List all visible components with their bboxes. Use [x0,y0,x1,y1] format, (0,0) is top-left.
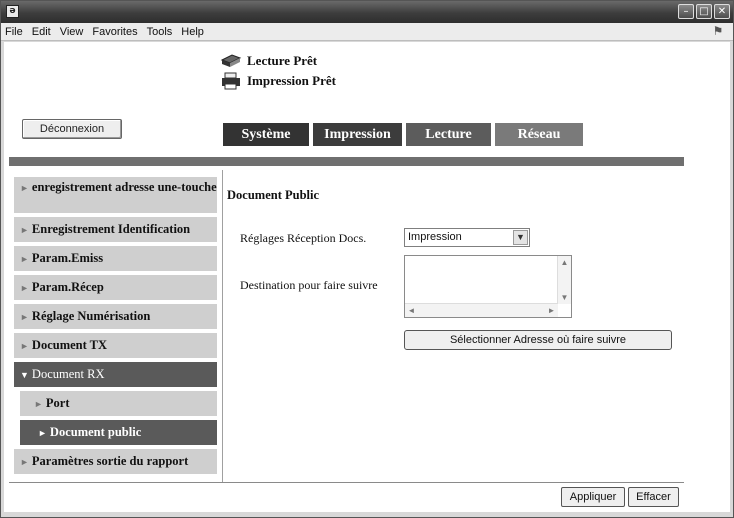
horizontal-scrollbar[interactable]: ◄ ► [405,303,558,317]
scroll-down-icon[interactable]: ▼ [558,291,571,304]
sidebar-item-label: Param.Emiss [31,251,104,265]
sidebar-item-label: Réglage Numérisation [31,309,151,323]
sidebar-item-label: Param.Récep [31,280,104,294]
sidebar-item-label: Port [45,396,70,410]
menu-bar: File Edit View Favorites Tools Help ⚑ [1,23,733,41]
sidebar: ► enregistrement adresse une-touche ► Enre… [14,177,217,478]
sidebar-item-document-rx[interactable]: ▼ Document RX [14,362,217,387]
menu-favorites[interactable]: Favorites [92,26,137,38]
arrow-right-icon: ► [20,225,29,235]
sidebar-subitem-port[interactable]: ► Port [20,391,217,416]
window-controls: – □ ✕ [678,4,730,19]
main-tabs: Système Impression Lecture Réseau [223,123,583,146]
scroll-up-icon[interactable]: ▲ [558,256,571,269]
arrow-down-icon: ▼ [20,370,29,380]
sidebar-separator [222,170,223,482]
sidebar-item-label: Paramètres sortie du rapport [31,454,189,468]
read-status-row: Lecture Prêt [220,51,336,71]
sidebar-item-label: Document public [49,425,142,439]
sidebar-item-param-emiss[interactable]: ► Param.Emiss [14,246,217,271]
chevron-down-icon[interactable]: ▼ [513,230,528,245]
menu-view[interactable]: View [60,26,84,38]
scanner-icon [220,54,242,67]
arrow-right-icon: ► [20,341,29,351]
sidebar-item-label: Enregistrement Identification [31,222,191,236]
windows-flag-icon: ⚑ [712,24,724,38]
sidebar-item-one-touch-address[interactable]: ► enregistrement adresse une-touche [14,177,217,213]
sidebar-item-identification[interactable]: ► Enregistrement Identification [14,217,217,242]
maximize-button[interactable]: □ [696,4,712,19]
close-button[interactable]: ✕ [714,4,730,19]
sidebar-item-label: Document TX [31,338,108,352]
sidebar-item-label: Document RX [31,367,105,381]
minimize-button[interactable]: – [678,4,694,19]
tab-systeme[interactable]: Système [223,123,309,146]
arrow-right-icon: ► [20,254,29,264]
scroll-left-icon[interactable]: ◄ [405,304,418,317]
logout-button[interactable]: Déconnexion [22,119,122,139]
sidebar-item-param-recep[interactable]: ► Param.Récep [14,275,217,300]
reception-settings-select[interactable]: Impression ▼ [404,228,530,247]
forward-destination-field[interactable]: ▲ ▼ ◄ ► [404,255,572,318]
reception-settings-value: Impression [408,231,462,243]
tab-lecture[interactable]: Lecture [406,123,491,146]
menu-edit[interactable]: Edit [32,26,51,38]
sidebar-item-label: enregistrement adresse une-touche [31,180,217,194]
read-status-text: Lecture Prêt [247,53,318,68]
clear-button[interactable]: Effacer [628,487,679,507]
browser-window: ə – □ ✕ File Edit View Favorites Tools H… [0,0,734,518]
arrow-right-icon: ► [34,399,43,409]
footer-divider [9,482,684,483]
app-icon: ə [6,5,19,18]
menu-tools[interactable]: Tools [147,26,173,38]
arrow-right-icon: ► [20,283,29,293]
arrow-right-icon: ► [20,183,29,193]
title-bar: ə – □ ✕ [1,1,733,23]
printer-icon [222,72,240,90]
menu-help[interactable]: Help [181,26,204,38]
scroll-right-icon[interactable]: ► [545,304,558,317]
sidebar-item-report-output[interactable]: ► Paramètres sortie du rapport [14,449,217,474]
arrow-right-icon: ► [20,457,29,467]
device-status: Lecture Prêt Impression Prêt [220,51,336,91]
page-title: Document Public [227,188,320,202]
sidebar-subitem-public-document[interactable]: ► Document public [20,420,217,445]
sidebar-item-document-tx[interactable]: ► Document TX [14,333,217,358]
sidebar-item-scan-settings[interactable]: ► Réglage Numérisation [14,304,217,329]
reception-settings-label: Réglages Réception Docs. [240,231,367,245]
forward-destination-label: Destination pour faire suivre [240,278,378,292]
tab-reseau[interactable]: Réseau [495,123,583,146]
arrow-right-icon: ► [38,428,47,438]
vertical-scrollbar[interactable]: ▲ ▼ [557,256,571,304]
tab-impression[interactable]: Impression [313,123,402,146]
menu-file[interactable]: File [5,26,23,38]
header-divider [9,157,684,166]
select-forward-address-button[interactable]: Sélectionner Adresse où faire suivre [404,330,672,350]
print-status-text: Impression Prêt [247,73,336,88]
print-status-row: Impression Prêt [220,71,336,91]
web-page: Lecture Prêt Impression Prêt Déconnexion… [4,42,730,512]
apply-button[interactable]: Appliquer [561,487,625,507]
arrow-right-icon: ► [20,312,29,322]
